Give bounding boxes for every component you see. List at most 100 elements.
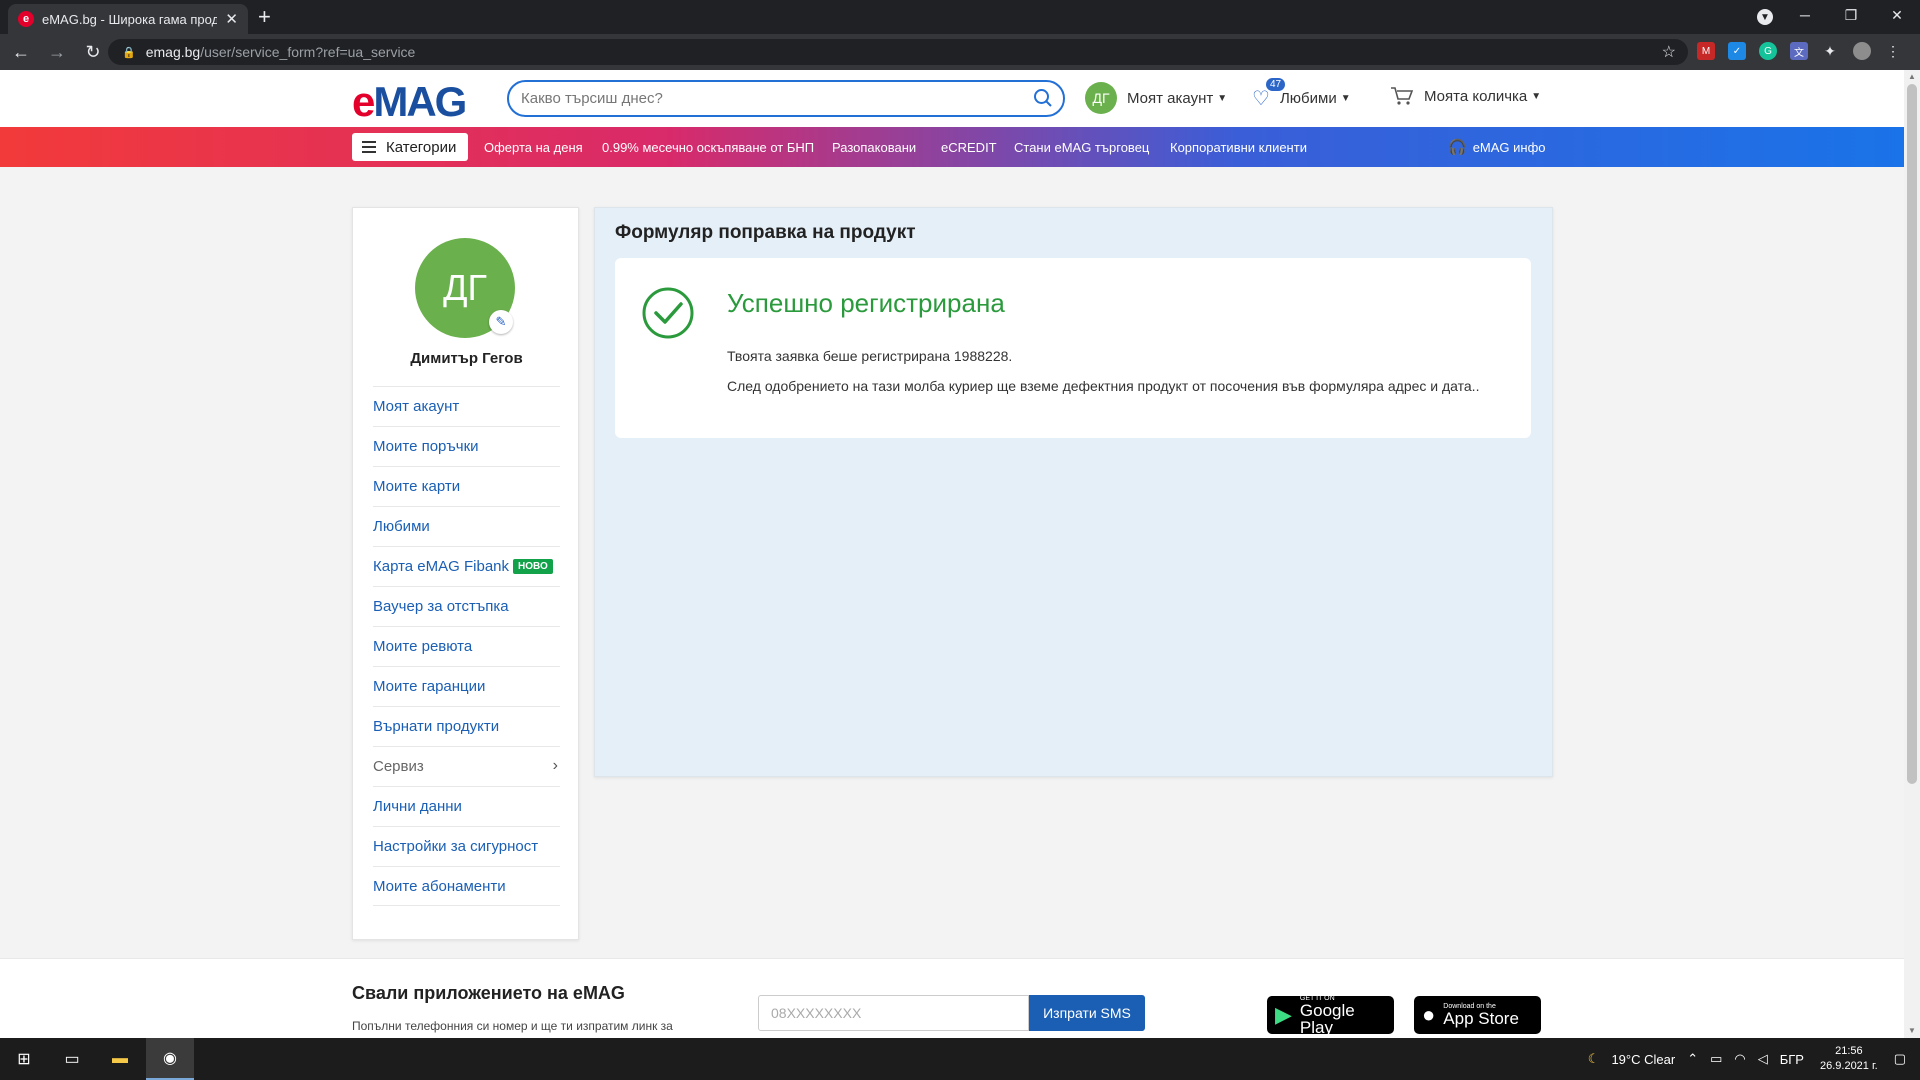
- avatar-initials: ДГ: [443, 267, 487, 308]
- task-view-icon[interactable]: ▭: [48, 1038, 96, 1080]
- profile-avatar-icon[interactable]: [1853, 42, 1871, 60]
- browser-tab-bar: e eMAG.bg - Широка гама проду ✕ + ▼ ─ ❐ …: [0, 0, 1920, 34]
- account-avatar: ДГ: [1085, 82, 1117, 114]
- footer-subtitle: Попълни телефонния си номер и ще ти изпр…: [352, 1019, 673, 1033]
- browser-toolbar: ← → ↻ 🔒 emag.bg /user/service_form?ref=u…: [0, 34, 1920, 70]
- sidebar-item-my-orders[interactable]: Моите поръчки: [373, 426, 560, 466]
- new-tab-button[interactable]: +: [258, 6, 271, 28]
- user-name: Димитър Гегов: [410, 350, 523, 367]
- tray-chevron-icon[interactable]: ⌃: [1687, 1051, 1698, 1067]
- new-badge: НОВО: [513, 559, 553, 574]
- sidebar-item-my-account[interactable]: Моят акаунт: [373, 386, 560, 426]
- clock-time: 21:56: [1835, 1045, 1863, 1057]
- favorites-count-badge: 47: [1266, 78, 1286, 91]
- close-tab-icon[interactable]: ✕: [225, 10, 238, 28]
- caret-down-icon: ▼: [1531, 90, 1542, 102]
- footer-title: Свали приложението на eMAG: [352, 983, 625, 1003]
- google-play-icon: ▶: [1275, 1002, 1292, 1027]
- search-icon[interactable]: [1033, 88, 1053, 108]
- language-indicator[interactable]: БГР: [1780, 1052, 1804, 1067]
- sidebar-item-fibank-card[interactable]: Карта eMAG Fibank НОВО: [373, 546, 560, 586]
- caret-down-icon: ▼: [1340, 93, 1351, 104]
- sidebar-item-my-cards[interactable]: Моите карти: [373, 466, 560, 506]
- sidebar-item-reviews[interactable]: Моите ревюта: [373, 626, 560, 666]
- scrollbar-thumb[interactable]: [1907, 84, 1917, 784]
- reload-button[interactable]: ↻: [78, 42, 108, 63]
- favorites-menu[interactable]: ♡ 47 Любими ▼: [1252, 78, 1351, 111]
- caret-down-icon: ▼: [1217, 92, 1228, 104]
- my-account-menu[interactable]: ДГ Моят акаунт ▼: [1085, 82, 1227, 114]
- tab-title: eMAG.bg - Широка гама проду: [42, 11, 218, 27]
- extension-grammarly-icon[interactable]: G: [1759, 42, 1777, 60]
- volume-icon[interactable]: ◁: [1758, 1051, 1768, 1067]
- app-store-badge[interactable]: ● Download on the App Store: [1414, 996, 1541, 1034]
- address-bar[interactable]: 🔒 emag.bg /user/service_form?ref=ua_serv…: [108, 39, 1688, 65]
- scroll-down-icon[interactable]: ▼: [1904, 1024, 1920, 1038]
- url-path: /user/service_form?ref=ua_service: [200, 44, 416, 60]
- site-header: eMAG Какво търсиш днес? ДГ Моят акаунт ▼…: [0, 70, 1904, 127]
- page-scrollbar[interactable]: ▲ ▼: [1904, 70, 1920, 1038]
- restore-button[interactable]: ❐: [1828, 0, 1874, 30]
- user-avatar: ДГ ✎: [415, 238, 515, 338]
- nav-link-unboxed[interactable]: Разопаковани: [832, 140, 916, 155]
- success-title: Успешно регистрирана: [727, 288, 1005, 318]
- sidebar-item-security[interactable]: Настройки за сигурност: [373, 826, 560, 866]
- lock-icon: 🔒: [122, 46, 136, 59]
- weather-text[interactable]: 19°C Clear: [1611, 1052, 1675, 1067]
- scroll-up-icon[interactable]: ▲: [1904, 70, 1920, 84]
- bookmark-star-icon[interactable]: ☆: [1662, 42, 1676, 62]
- sidebar-item-favorites[interactable]: Любими: [373, 506, 560, 546]
- emag-logo[interactable]: eMAG: [352, 78, 467, 126]
- sidebar-item-subscriptions[interactable]: Моите абонаменти: [373, 866, 560, 906]
- moon-weather-icon: ☾: [1587, 1051, 1600, 1066]
- chrome-taskbar-icon[interactable]: ◉: [146, 1038, 194, 1080]
- extensions-puzzle-icon[interactable]: ✦: [1821, 42, 1839, 60]
- courier-info-text: След одобрението на тази молба куриер ще…: [727, 378, 1480, 394]
- hamburger-icon: [362, 138, 376, 156]
- battery-icon[interactable]: ▭: [1710, 1051, 1722, 1067]
- close-window-button[interactable]: ✕: [1874, 0, 1920, 30]
- favorites-label: Любими: [1279, 90, 1337, 107]
- emag-info-link[interactable]: 🎧 eMAG инфо: [1448, 138, 1546, 156]
- notifications-icon[interactable]: ▢: [1894, 1051, 1906, 1067]
- file-explorer-icon[interactable]: ▬: [96, 1038, 144, 1080]
- send-sms-button[interactable]: Изпрати SMS: [1029, 995, 1145, 1031]
- heart-icon: ♡ 47: [1252, 78, 1286, 111]
- search-input[interactable]: Какво търсиш днес?: [507, 80, 1065, 117]
- wifi-icon[interactable]: ◠: [1734, 1051, 1745, 1067]
- sidebar-item-returns[interactable]: Върнати продукти: [373, 706, 560, 746]
- clock[interactable]: 21:56 26.9.2021 г.: [1820, 1044, 1878, 1074]
- nav-link-bnp[interactable]: 0.99% месечно оскъпяване от БНП: [602, 140, 814, 155]
- nav-link-corporate[interactable]: Корпоративни клиенти: [1170, 140, 1307, 155]
- chevron-right-icon: ›: [552, 757, 558, 774]
- categories-button[interactable]: Категории: [352, 133, 468, 161]
- browser-tab[interactable]: e eMAG.bg - Широка гама проду ✕: [8, 4, 248, 34]
- extension-translate-icon[interactable]: 文: [1790, 42, 1808, 60]
- page-title: Формуляр поправка на продукт: [615, 222, 916, 243]
- minimize-button[interactable]: ─: [1782, 0, 1828, 30]
- cart-label: Моята количка: [1424, 87, 1528, 105]
- extension-mail-icon[interactable]: M: [1697, 42, 1715, 60]
- nav-link-ecredit[interactable]: eCREDIT: [941, 140, 997, 155]
- success-card: Успешно регистрирана Твоята заявка беше …: [615, 258, 1531, 438]
- sidebar-item-personal-data[interactable]: Лични данни: [373, 786, 560, 826]
- google-play-badge[interactable]: ▶ GET IT ON Google Play: [1267, 995, 1394, 1036]
- cart-menu[interactable]: Моята количка ▼: [1390, 86, 1541, 106]
- system-tray: ☾ 19°C Clear ⌃ ▭ ◠ ◁ БГР 21:56 26.9.2021…: [1582, 1038, 1920, 1080]
- tab-search-button[interactable]: ▼: [1748, 0, 1782, 34]
- categories-label: Категории: [386, 138, 457, 156]
- extension-check-icon[interactable]: ✓: [1728, 42, 1746, 60]
- back-button[interactable]: ←: [6, 42, 36, 63]
- sidebar-item-voucher[interactable]: Ваучер за отстъпка: [373, 586, 560, 626]
- pencil-icon[interactable]: ✎: [489, 310, 513, 334]
- nav-link-deal-of-day[interactable]: Оферта на деня: [484, 140, 583, 155]
- sidebar-item-service[interactable]: Сервиз ›: [373, 746, 560, 786]
- forward-button[interactable]: →: [42, 42, 72, 63]
- phone-input[interactable]: 08XXXXXXXX: [758, 995, 1029, 1031]
- sidebar-item-warranties[interactable]: Моите гаранции: [373, 666, 560, 706]
- service-form-panel: Формуляр поправка на продукт Успешно рег…: [594, 207, 1553, 777]
- account-menu: Моят акаунт Моите поръчки Моите карти Лю…: [373, 386, 560, 906]
- nav-link-become-seller[interactable]: Стани eMAG търговец: [1014, 140, 1149, 155]
- browser-menu-icon[interactable]: ⋮: [1884, 42, 1902, 60]
- windows-start-icon[interactable]: ⊞: [0, 1038, 48, 1080]
